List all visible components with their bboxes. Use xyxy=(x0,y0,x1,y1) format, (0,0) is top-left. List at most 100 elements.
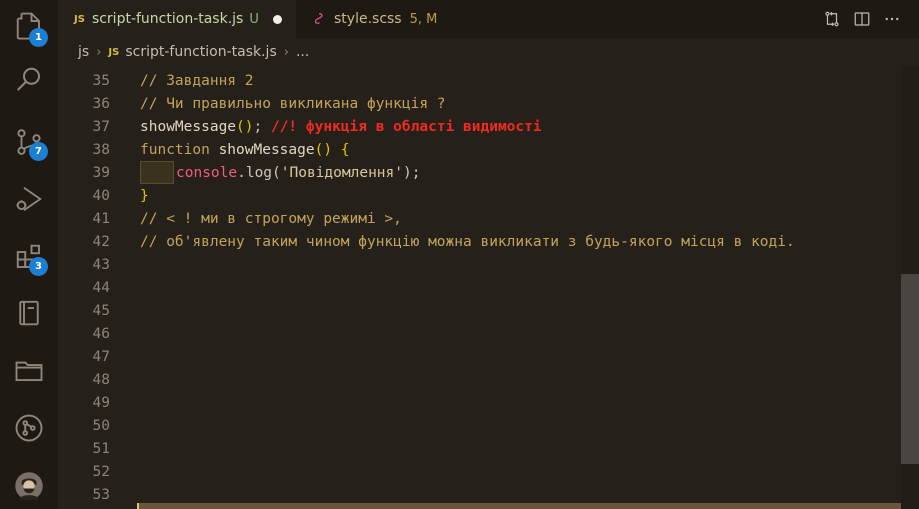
code-line: 42 // об'явлену таким чином функцію можн… xyxy=(58,230,901,253)
line-number: 51 xyxy=(92,440,110,457)
notebook-button[interactable] xyxy=(0,289,58,337)
line-number: 40 xyxy=(92,187,110,204)
scrollbar-thumb[interactable] xyxy=(901,274,919,464)
notebook-icon xyxy=(19,300,39,326)
function-call: showMessage xyxy=(140,118,237,135)
source-control-button[interactable]: 7 xyxy=(0,118,58,166)
chevron-right-icon: › xyxy=(96,44,102,60)
indent-highlight xyxy=(140,161,174,184)
closing-punctuation: ); xyxy=(402,164,421,181)
sass-icon xyxy=(314,13,323,24)
code-comment: // об'явлену таким чином функцію можна в… xyxy=(140,233,795,250)
closing-brace: } xyxy=(140,187,149,204)
line-number: 39 xyxy=(92,164,110,181)
ellipsis-icon xyxy=(885,17,899,21)
code-editor[interactable]: 35 // Завдання 2 36 // Чи правильно викл… xyxy=(58,66,901,509)
js-file-icon: JS xyxy=(108,46,120,58)
tab-script-function-task[interactable]: JS script-function-task.js U xyxy=(58,0,296,38)
keyword: function xyxy=(140,141,219,158)
unsaved-dot-icon[interactable] xyxy=(272,14,282,24)
breadcrumb: js › JS script-function-task.js › ... xyxy=(58,38,919,66)
code-line: 38 function showMessage() { xyxy=(58,138,901,161)
git-graph-button[interactable] xyxy=(0,404,58,452)
line-number: 50 xyxy=(92,417,110,434)
line-number: 46 xyxy=(92,325,110,342)
line-number: 53 xyxy=(92,486,110,503)
panel-edge xyxy=(138,503,919,509)
function-name: showMessage xyxy=(218,141,315,158)
line-number: 35 xyxy=(92,72,110,89)
code-comment: // < ! ми в строгому режимі >, xyxy=(140,210,402,227)
code-line: 47 xyxy=(58,345,901,368)
git-graph-icon xyxy=(15,414,43,442)
code-comment: // Завдання 2 xyxy=(140,72,254,89)
line-number: 41 xyxy=(92,210,110,227)
string-literal: 'Повідомлення' xyxy=(280,164,403,181)
source-control-badge: 7 xyxy=(29,142,48,161)
line-number: 44 xyxy=(92,279,110,296)
code-line: 48 xyxy=(58,368,901,391)
editor-actions xyxy=(819,0,919,38)
breadcrumb-folder[interactable]: js xyxy=(78,44,89,60)
breadcrumb-file[interactable]: script-function-task.js xyxy=(125,44,276,60)
cursor-marker xyxy=(137,503,139,509)
account-avatar-icon xyxy=(15,472,43,500)
tab-bar: JS script-function-task.js U style.scss … xyxy=(58,0,919,38)
line-number: 52 xyxy=(92,463,110,480)
account-button[interactable] xyxy=(0,462,58,509)
console-object: console xyxy=(176,164,238,181)
code-text: function showMessage() { xyxy=(140,142,350,158)
line-number: 43 xyxy=(92,256,110,273)
extensions-button[interactable]: 3 xyxy=(0,233,58,281)
line-number: 49 xyxy=(92,394,110,411)
split-editor-button[interactable] xyxy=(849,6,875,32)
line-number: 47 xyxy=(92,348,110,365)
highlighted-comment: //! функція в області видимості xyxy=(270,118,542,135)
tab-style-scss[interactable]: style.scss 5, M xyxy=(296,0,496,38)
folder-button[interactable] xyxy=(0,346,58,394)
code-line: 45 xyxy=(58,299,901,322)
tab-status: U xyxy=(249,11,259,27)
explorer-button[interactable]: 1 xyxy=(0,2,58,50)
folder-icon xyxy=(15,361,43,381)
split-editor-icon xyxy=(854,12,870,26)
code-line: 43 xyxy=(58,253,901,276)
code-line: 50 xyxy=(58,414,901,437)
code-comment: // Чи правильно викликана функція ? xyxy=(140,95,446,112)
code-line: 39 console.log('Повідомлення'); xyxy=(58,161,901,184)
code-line: 51 xyxy=(58,437,901,460)
code-line: 36 // Чи правильно викликана функція ? xyxy=(58,92,901,115)
line-number: 45 xyxy=(92,302,110,319)
method-call: .log( xyxy=(237,164,281,181)
code-line: 44 xyxy=(58,276,901,299)
extensions-badge: 3 xyxy=(29,257,48,276)
semicolon: ; xyxy=(253,118,271,135)
line-number: 48 xyxy=(92,371,110,388)
code-text: console.log('Повідомлення'); xyxy=(176,165,420,181)
code-line: 41 // < ! ми в строгому режимі >, xyxy=(58,207,901,230)
parens: () { xyxy=(314,141,350,158)
tab-status: 5, M xyxy=(409,11,438,27)
breadcrumb-more[interactable]: ... xyxy=(296,44,309,60)
js-file-icon: JS xyxy=(74,13,85,25)
explorer-badge: 1 xyxy=(29,28,48,47)
compare-icon xyxy=(825,11,839,27)
run-debug-button[interactable] xyxy=(0,175,58,223)
vertical-scrollbar[interactable] xyxy=(901,66,919,509)
search-button[interactable] xyxy=(0,56,58,104)
code-line: 40 } xyxy=(58,184,901,207)
chevron-right-icon: › xyxy=(283,44,289,60)
code-line: 37 showMessage(); //! функція в області … xyxy=(58,115,901,138)
tab-label: script-function-task.js xyxy=(91,11,244,27)
line-number: 37 xyxy=(92,118,110,135)
run-debug-icon xyxy=(16,186,42,212)
code-text: showMessage(); //! функція в області вид… xyxy=(140,119,542,135)
line-number: 38 xyxy=(92,141,110,158)
more-actions-button[interactable] xyxy=(879,6,905,32)
parens: () xyxy=(236,118,254,135)
compare-changes-button[interactable] xyxy=(819,6,845,32)
code-line: 49 xyxy=(58,391,901,414)
line-number: 36 xyxy=(92,95,110,112)
tab-label: style.scss xyxy=(334,11,402,27)
line-number: 42 xyxy=(92,233,110,250)
